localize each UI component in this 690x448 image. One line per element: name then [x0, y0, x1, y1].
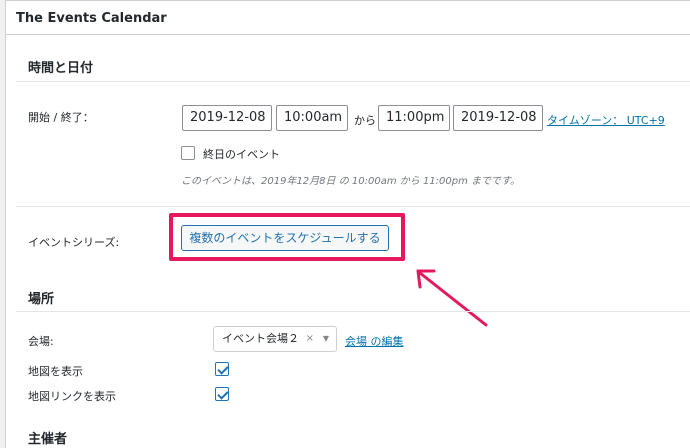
end-time-input[interactable]: 11:00pm	[378, 105, 450, 131]
pointer-arrow-icon	[416, 269, 488, 327]
schedule-multiple-events-button[interactable]: 複数のイベントをスケジュールする	[181, 225, 389, 251]
divider	[16, 311, 690, 312]
section-title-venue: 場所	[28, 292, 55, 307]
show-map-label: 地図を表示	[28, 365, 83, 378]
panel-title: The Events Calendar	[16, 11, 167, 26]
start-date-input[interactable]: 2019-12-08	[182, 105, 272, 131]
event-duration-note: このイベントは、2019年12月8日 の 10:00am から 11:00pm …	[181, 176, 521, 187]
range-separator: から	[354, 114, 376, 127]
clear-icon[interactable]: ×	[306, 327, 314, 351]
all-day-checkbox[interactable]	[181, 146, 195, 160]
section-title-organizer: 主催者	[28, 432, 68, 447]
venue-label: 会場:	[28, 335, 54, 348]
venue-select[interactable]: イベント会場２ × ▼	[213, 326, 337, 352]
panel-header: The Events Calendar	[6, 1, 690, 35]
start-end-label: 開始 / 終了：	[28, 111, 94, 124]
timezone-link[interactable]: タイムゾーン： UTC+9	[547, 112, 665, 128]
section-title-datetime: 時間と日付	[28, 61, 94, 76]
show-map-checkbox[interactable]	[215, 362, 229, 376]
start-time-input[interactable]: 10:00am	[276, 105, 348, 131]
event-series-label: イベントシリーズ:	[28, 236, 120, 249]
events-calendar-panel: The Events Calendar 時間と日付 開始 / 終了： 2019-…	[5, 0, 690, 448]
divider	[16, 81, 690, 82]
divider	[16, 206, 690, 207]
all-day-label: 終日のイベント	[203, 148, 280, 161]
show-map-link-label: 地図リンクを表示	[28, 390, 116, 403]
edit-venue-link[interactable]: 会場 の編集	[345, 333, 404, 349]
chevron-down-icon: ▼	[322, 334, 329, 343]
venue-select-value: イベント会場２	[222, 332, 299, 345]
show-map-link-checkbox[interactable]	[215, 387, 229, 401]
end-date-input[interactable]: 2019-12-08	[453, 105, 543, 131]
